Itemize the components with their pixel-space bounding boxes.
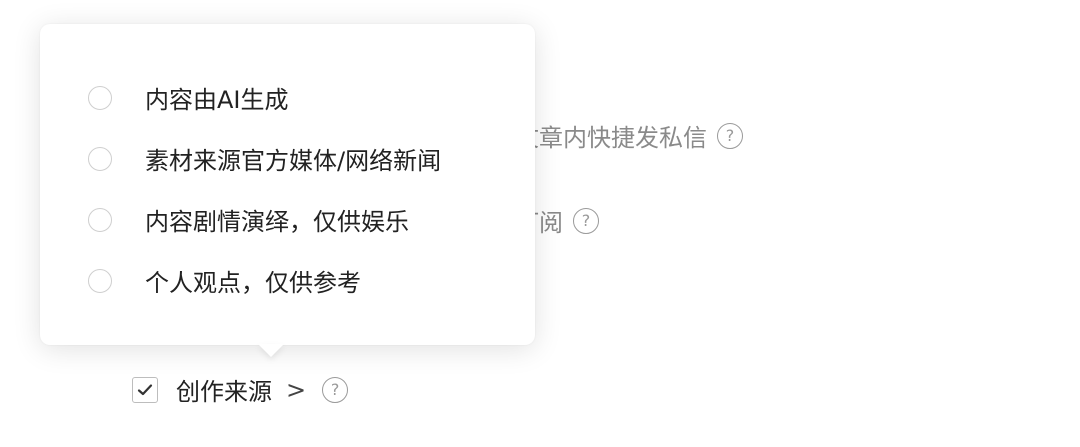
radio-option-personal-opinion[interactable]: 个人观点，仅供参考 bbox=[88, 263, 361, 298]
radio-label: 内容剧情演绎，仅供娱乐 bbox=[145, 208, 409, 236]
radio-button[interactable] bbox=[88, 207, 112, 232]
radio-label: 内容由AI生成 bbox=[145, 86, 289, 114]
creation-source-checkbox[interactable] bbox=[132, 376, 158, 403]
popover-arrow bbox=[258, 344, 284, 357]
creation-source-label[interactable]: 创作来源 bbox=[176, 372, 272, 407]
question-circle-icon[interactable]: ? bbox=[322, 376, 349, 403]
creation-source-popover: 内容由AI生成 素材来源官方媒体/网络新闻 内容剧情演绎，仅供娱乐 个人观点，仅… bbox=[40, 24, 535, 345]
radio-option-official-media[interactable]: 素材来源官方媒体/网络新闻 bbox=[88, 141, 441, 176]
creation-source-row[interactable]: 创作来源 > ? bbox=[132, 372, 349, 407]
option-quick-private-message[interactable]: 文章内快捷发私信 ? bbox=[515, 118, 743, 153]
radio-button[interactable] bbox=[88, 268, 112, 293]
question-circle-icon[interactable]: ? bbox=[717, 122, 743, 149]
radio-label: 个人观点，仅供参考 bbox=[145, 269, 361, 297]
radio-option-fictional-plot[interactable]: 内容剧情演绎，仅供娱乐 bbox=[88, 202, 409, 237]
question-circle-icon[interactable]: ? bbox=[573, 207, 599, 234]
radio-label: 素材来源官方媒体/网络新闻 bbox=[145, 147, 442, 175]
checkmark-icon bbox=[137, 383, 153, 395]
settings-panel: 文章内快捷发私信 ? 订阅 ? 内容由AI生成 素材来源官方媒体/网络新闻 内容… bbox=[0, 0, 1080, 447]
radio-button[interactable] bbox=[88, 146, 112, 171]
chevron-right-icon[interactable]: > bbox=[286, 376, 306, 404]
radio-option-ai-generated[interactable]: 内容由AI生成 bbox=[88, 80, 289, 115]
option-quick-private-message-label: 文章内快捷发私信 bbox=[515, 124, 707, 152]
radio-button[interactable] bbox=[88, 85, 112, 110]
